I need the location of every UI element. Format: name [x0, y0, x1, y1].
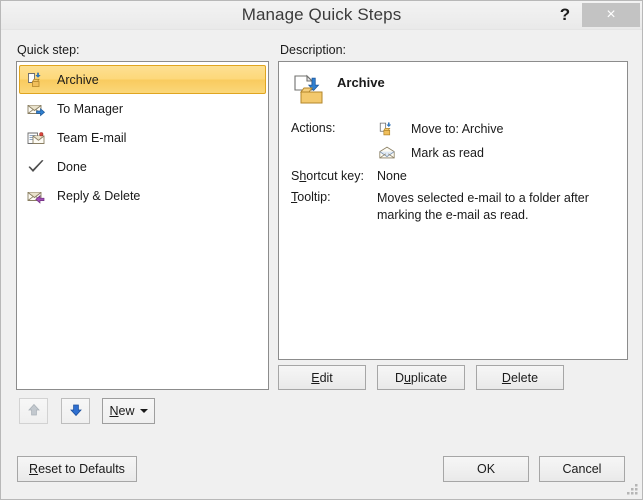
title-bar: Manage Quick Steps ? × — [1, 1, 642, 30]
manage-quick-steps-dialog: Manage Quick Steps ? × Quick step: Descr… — [0, 0, 643, 500]
delete-rest-label: elete — [510, 370, 539, 385]
description-pane: Archive Actions: Move to: Archive Mark a… — [278, 61, 628, 360]
list-item-to-manager[interactable]: To Manager — [19, 94, 266, 123]
tooltip-suffix: ooltip: — [297, 190, 331, 204]
delete-accel-key: D — [501, 370, 511, 385]
reset-rest-label: eset to Defaults — [38, 462, 125, 476]
quick-step-label: Quick step: — [17, 43, 80, 57]
close-icon[interactable]: × — [582, 3, 640, 27]
edit-accel-key: E — [311, 370, 320, 385]
new-button-label: New — [109, 404, 134, 418]
actions-label: Actions: — [291, 121, 336, 135]
action-row-mark-as-read: Mark as read — [377, 141, 617, 165]
action-label: Move to: Archive — [411, 122, 504, 136]
action-row-move-to: Move to: Archive — [377, 117, 617, 141]
action-label: Mark as read — [411, 146, 484, 160]
description-label: Description: — [280, 43, 346, 57]
list-item-reply-delete[interactable]: Reply & Delete — [19, 181, 266, 210]
duplicate-button[interactable]: Duplicate — [377, 365, 465, 390]
cancel-button[interactable]: Cancel — [539, 456, 625, 482]
quick-step-list[interactable]: Archive To Manager Team E-mail Done Repl… — [16, 61, 269, 390]
shortcut-key-label: Shortcut key: — [291, 169, 364, 183]
list-item-archive[interactable]: Archive — [19, 65, 266, 94]
shortcut-suffix: ortcut key: — [306, 169, 364, 183]
list-item-team-email[interactable]: Team E-mail — [19, 123, 266, 152]
description-header: Archive — [291, 72, 385, 108]
list-item-label: Reply & Delete — [57, 188, 141, 203]
reset-button-label: Reset to Defaults — [29, 462, 125, 476]
reset-accel-key: R — [29, 462, 39, 476]
move-down-button[interactable] — [61, 398, 90, 424]
move-up-button[interactable] — [19, 398, 48, 424]
edit-button-label: Edit — [311, 371, 333, 385]
duplicate-accel-key: u — [403, 370, 411, 385]
resize-grip-icon[interactable] — [626, 483, 639, 496]
edit-rest-label: dit — [319, 370, 333, 385]
edit-button[interactable]: Edit — [278, 365, 366, 390]
arrow-down-icon — [68, 402, 84, 421]
envelope-document-icon — [25, 127, 47, 149]
envelope-reply-delete-icon — [25, 185, 47, 207]
ok-button[interactable]: OK — [443, 456, 529, 482]
envelope-open-icon — [377, 143, 397, 163]
duplicate-rest-label: plicate — [410, 370, 448, 385]
envelope-forward-icon — [25, 98, 47, 120]
tooltip-value: Moves selected e-mail to a folder after … — [377, 191, 589, 222]
duplicate-button-label: Duplicate — [395, 371, 447, 385]
archive-large-icon — [291, 72, 327, 108]
help-icon[interactable]: ? — [552, 2, 578, 28]
reset-to-defaults-button[interactable]: Reset to Defaults — [17, 456, 137, 482]
list-item-label: To Manager — [57, 101, 124, 116]
folder-move-icon — [25, 69, 47, 91]
chevron-down-icon — [139, 409, 148, 413]
window-title: Manage Quick Steps — [241, 5, 402, 24]
list-item-label: Archive — [57, 72, 99, 87]
list-item-done[interactable]: Done — [19, 152, 266, 181]
description-title: Archive — [337, 75, 385, 90]
actions-list: Move to: Archive Mark as read — [377, 117, 617, 165]
list-item-label: Done — [57, 159, 87, 174]
delete-button-label: Delete — [502, 371, 538, 385]
arrow-up-icon — [26, 402, 42, 421]
folder-move-icon — [377, 119, 397, 139]
delete-button[interactable]: Delete — [476, 365, 564, 390]
shortcut-key-value: None — [377, 169, 407, 183]
tooltip-label: Tooltip: — [291, 190, 331, 204]
new-button[interactable]: New — [102, 398, 155, 424]
new-rest-label: ew — [118, 404, 135, 418]
duplicate-prefix: D — [394, 370, 404, 385]
new-accel-key: N — [109, 404, 119, 418]
checkmark-icon — [25, 156, 47, 178]
list-item-label: Team E-mail — [57, 130, 127, 145]
